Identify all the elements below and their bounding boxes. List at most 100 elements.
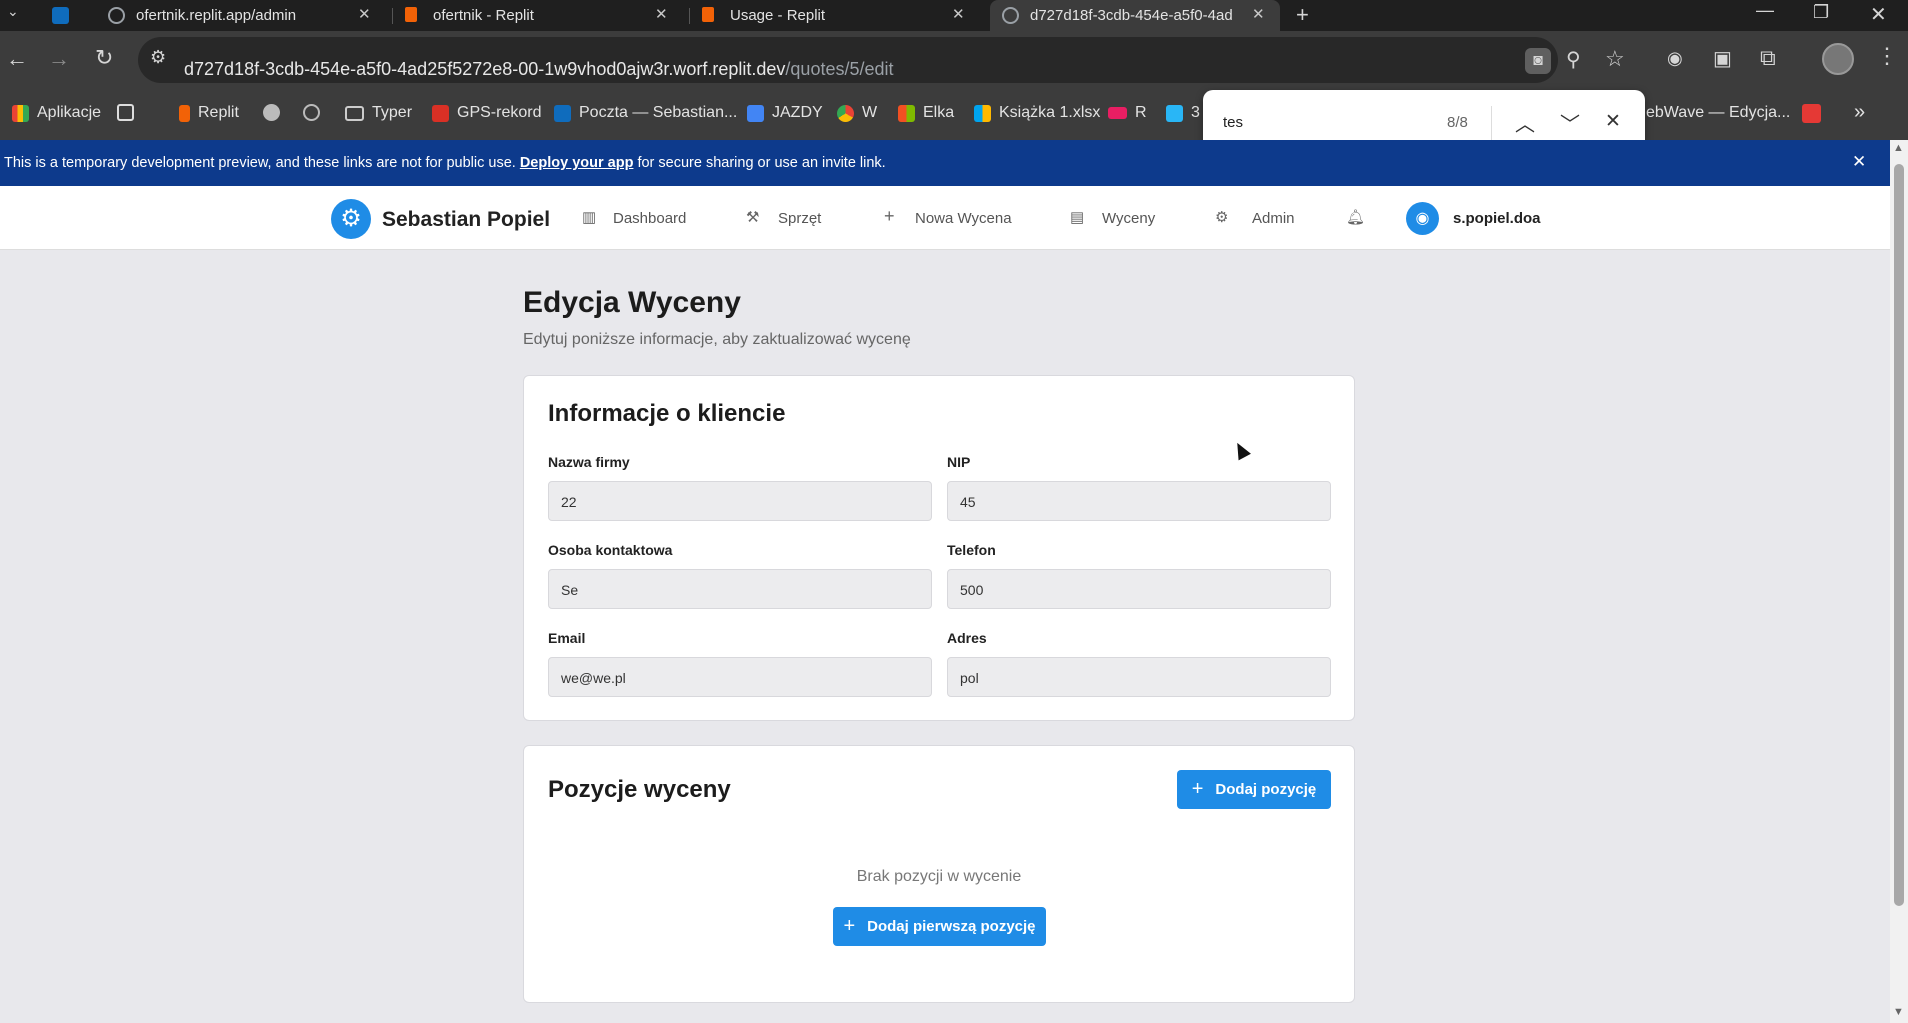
- lens-icon[interactable]: ◙: [1525, 48, 1551, 74]
- bookmark-label: Książka 1.xlsx: [999, 104, 1101, 121]
- cast-icon[interactable]: ▣: [1713, 46, 1732, 71]
- bookmark-3[interactable]: 3: [1166, 104, 1200, 122]
- nav-nowa-wycena[interactable]: Nowa Wycena: [915, 210, 1012, 227]
- find-close-icon[interactable]: ✕: [1605, 110, 1621, 133]
- nav-admin[interactable]: Admin: [1252, 210, 1295, 227]
- tab-outlook[interactable]: [38, 0, 88, 31]
- tab-usage-replit[interactable]: Usage - Replit ✕: [690, 0, 980, 31]
- wrench-icon: ⚒: [746, 209, 760, 226]
- close-tab-icon[interactable]: ✕: [358, 5, 371, 23]
- bookmark-replit[interactable]: Replit: [179, 104, 239, 122]
- nav-dashboard[interactable]: Dashboard: [613, 210, 686, 227]
- bookmark-poczta[interactable]: Poczta — Sebastian...: [554, 104, 737, 122]
- bookmark-gps[interactable]: GPS-rekord: [432, 104, 541, 122]
- nav-wyceny[interactable]: Wyceny: [1102, 210, 1155, 227]
- tab-active-preview[interactable]: d727d18f-3cdb-454e-a5f0-4ad ✕: [990, 0, 1280, 31]
- bookmark-typer[interactable]: Typer: [345, 104, 412, 122]
- contact-label: Osoba kontaktowa: [548, 542, 673, 558]
- screenshot-icon[interactable]: ◉: [1667, 48, 1683, 69]
- plus-icon: +: [1191, 778, 1204, 800]
- company-input[interactable]: 22: [548, 481, 932, 521]
- forward-icon[interactable]: →: [48, 46, 70, 72]
- bell-icon[interactable]: 🔔︎: [1346, 208, 1365, 226]
- brand-name[interactable]: Sebastian Popiel: [382, 208, 550, 232]
- tab-title: ofertnik - Replit: [433, 7, 534, 24]
- add-item-button[interactable]: + Dodaj pozycję: [1177, 770, 1331, 809]
- deploy-link[interactable]: Deploy your app: [520, 155, 634, 171]
- bookmark-chatgpt[interactable]: [303, 104, 328, 121]
- bookmark-w[interactable]: W: [837, 104, 877, 122]
- add-first-item-button[interactable]: + Dodaj pierwszą pozycję: [833, 907, 1046, 946]
- page-viewport: This is a temporary development preview,…: [0, 140, 1890, 1023]
- dev-preview-banner: This is a temporary development preview,…: [0, 140, 1890, 186]
- close-window-icon[interactable]: ✕: [1870, 2, 1887, 27]
- bookmark-z[interactable]: [1802, 104, 1829, 123]
- gear-logo-icon[interactable]: ⚙: [331, 199, 371, 239]
- outlook-icon: [52, 7, 69, 24]
- banner-text-after: for secure sharing or use an invite link…: [633, 155, 886, 171]
- site-info-icon[interactable]: ⚙: [150, 47, 166, 68]
- find-input[interactable]: tes: [1223, 114, 1243, 131]
- bookmark-label: JAZDY: [772, 104, 823, 121]
- user-avatar-icon[interactable]: ◉: [1406, 202, 1439, 235]
- add-first-item-label: Dodaj pierwszą pozycję: [867, 918, 1036, 935]
- extensions-icon[interactable]: ⧉: [1760, 45, 1776, 71]
- plus-icon: +: [884, 206, 895, 226]
- openai-icon: [303, 104, 320, 121]
- add-item-label: Dodaj pozycję: [1215, 781, 1317, 798]
- address-input[interactable]: pol: [947, 657, 1331, 697]
- page-scrollbar[interactable]: ▲ ▼: [1890, 140, 1908, 1023]
- bookmark-webwave[interactable]: ebWave — Edycja...: [1646, 104, 1790, 122]
- find-prev-icon[interactable]: ︿: [1515, 108, 1535, 137]
- replit-icon: [405, 7, 417, 22]
- back-icon[interactable]: ←: [6, 46, 28, 72]
- menu-icon[interactable]: ⋮: [1876, 43, 1898, 69]
- user-name[interactable]: s.popiel.doa: [1453, 210, 1541, 227]
- contact-input[interactable]: Se: [548, 569, 932, 609]
- bookmark-apps[interactable]: Aplikacje: [12, 104, 101, 122]
- close-tab-icon[interactable]: ✕: [655, 5, 668, 23]
- plus-icon: +: [843, 915, 856, 937]
- bookmark-star-icon[interactable]: ☆: [1605, 46, 1625, 72]
- find-next-icon[interactable]: ﹀: [1560, 108, 1580, 137]
- reload-icon[interactable]: ↻: [95, 45, 113, 71]
- bookmark-label: ebWave — Edycja...: [1646, 104, 1791, 121]
- banner-close-icon[interactable]: ✕: [1852, 152, 1866, 172]
- tab-title: ofertnik.replit.app/admin: [136, 7, 297, 24]
- close-tab-icon[interactable]: ✕: [1252, 5, 1265, 23]
- client-info-card: Informacje o kliencie Nazwa firmy 22 NIP…: [523, 375, 1355, 721]
- bookmark-jazdy[interactable]: JAZDY: [747, 104, 823, 122]
- z-icon: [1802, 104, 1821, 123]
- restore-icon[interactable]: ❐: [1813, 2, 1829, 23]
- profile-avatar[interactable]: [1822, 43, 1854, 75]
- new-tab-icon[interactable]: +: [1296, 2, 1309, 28]
- nav-sprzet[interactable]: Sprzęt: [778, 210, 821, 227]
- tab-search-icon[interactable]: ⌄: [7, 3, 19, 20]
- bookmark-label: GPS-rekord: [457, 104, 542, 121]
- zoom-icon[interactable]: ⚲: [1566, 47, 1581, 72]
- url-text[interactable]: d727d18f-3cdb-454e-a5f0-4ad25f5272e8-00-…: [184, 59, 894, 80]
- globe-icon: [1002, 7, 1019, 24]
- scroll-down-arrow-icon[interactable]: ▼: [1893, 1006, 1904, 1018]
- bookmark-label: W: [862, 104, 878, 121]
- company-label: Nazwa firmy: [548, 454, 630, 470]
- bookmark-r[interactable]: R: [1108, 104, 1147, 122]
- apps-grid-icon: [12, 104, 29, 122]
- nip-label: NIP: [947, 454, 971, 470]
- minimize-icon[interactable]: —: [1756, 0, 1774, 21]
- more-bookmarks-icon[interactable]: »: [1854, 101, 1865, 124]
- nip-input[interactable]: 45: [947, 481, 1331, 521]
- phone-input[interactable]: 500: [947, 569, 1331, 609]
- email-input[interactable]: we@we.pl: [548, 657, 932, 697]
- scrollbar-thumb[interactable]: [1894, 164, 1904, 906]
- bookmark-globe[interactable]: [263, 104, 288, 121]
- bookmark-ksiazka[interactable]: Książka 1.xlsx: [974, 104, 1100, 122]
- scroll-up-arrow-icon[interactable]: ▲: [1893, 142, 1904, 154]
- bookmark-grid[interactable]: [117, 104, 142, 121]
- tab-ofertnik-admin[interactable]: ofertnik.replit.app/admin ✕: [96, 0, 386, 31]
- bookmark-elka[interactable]: Elka: [898, 104, 954, 122]
- bookmark-label: R: [1135, 104, 1147, 121]
- tab-ofertnik-replit[interactable]: ofertnik - Replit ✕: [393, 0, 683, 31]
- close-tab-icon[interactable]: ✕: [952, 5, 965, 23]
- calendar-icon: [747, 104, 764, 122]
